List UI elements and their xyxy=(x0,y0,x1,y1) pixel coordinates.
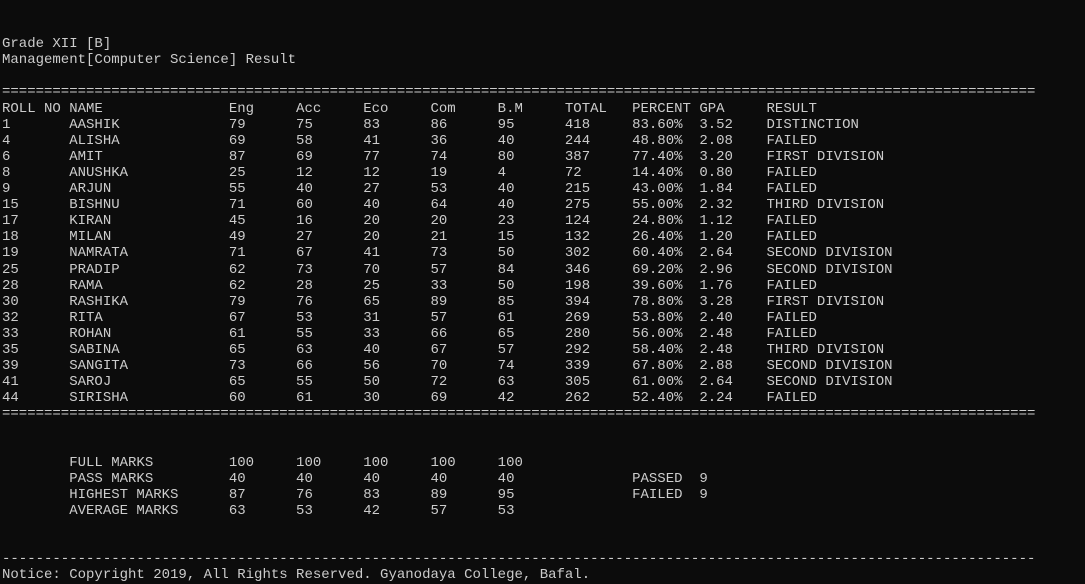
row-13: 32 RITA 67 53 31 57 61 269 53.80% 2.40 F… xyxy=(2,310,817,326)
row-3: 6 AMIT 87 69 77 74 80 387 77.40% 3.20 FI… xyxy=(2,149,884,165)
dash-divider-2: ----------------------------------------… xyxy=(2,583,1035,584)
full-marks-line: FULL MARKS 100 100 100 100 100 xyxy=(2,455,565,471)
row-16: 39 SANGITA 73 66 56 70 74 339 67.80% 2.8… xyxy=(2,358,893,374)
highest-marks-line: HIGHEST MARKS 87 76 83 89 95 FAILED 9 xyxy=(2,487,708,503)
row-7: 17 KIRAN 45 16 20 20 23 124 24.80% 1.12 … xyxy=(2,213,817,229)
row-2: 4 ALISHA 69 58 41 36 40 244 48.80% 2.08 … xyxy=(2,133,817,149)
notice-line: Notice: Copyright 2019, All Rights Reser… xyxy=(2,567,590,583)
divider-top: ========================================… xyxy=(2,84,1035,100)
row-10: 25 PRADIP 62 73 70 57 84 346 69.20% 2.96… xyxy=(2,262,893,278)
row-11: 28 RAMA 62 28 25 33 50 198 39.60% 1.76 F… xyxy=(2,278,817,294)
table-header: ROLL NO NAME Eng Acc Eco Com B.M TOTAL P… xyxy=(2,101,817,117)
row-1: 1 AASHIK 79 75 83 86 95 418 83.60% 3.52 … xyxy=(2,117,859,133)
row-17: 41 SAROJ 65 55 50 72 63 305 61.00% 2.64 … xyxy=(2,374,893,390)
dash-divider: ----------------------------------------… xyxy=(2,551,1035,567)
row-12: 30 RASHIKA 79 76 65 89 85 394 78.80% 3.2… xyxy=(2,294,884,310)
row-14: 33 ROHAN 61 55 33 66 65 280 56.00% 2.48 … xyxy=(2,326,817,342)
average-marks-line: AVERAGE MARKS 63 53 42 57 53 xyxy=(2,503,565,519)
pass-marks-line: PASS MARKS 40 40 40 40 40 PASSED 9 xyxy=(2,471,708,487)
row-8: 18 MILAN 49 27 20 21 15 132 26.40% 1.20 … xyxy=(2,229,817,245)
row-9: 19 NAMRATA 71 67 41 73 50 302 60.40% 2.6… xyxy=(2,245,893,261)
terminal-screen: Grade XII [B] Management[Computer Scienc… xyxy=(0,32,1085,584)
stream-line: Management[Computer Science] Result xyxy=(2,52,296,68)
row-5: 9 ARJUN 55 40 27 53 40 215 43.00% 1.84 F… xyxy=(2,181,817,197)
row-6: 15 BISHNU 71 60 40 64 40 275 55.00% 2.32… xyxy=(2,197,884,213)
grade-line: Grade XII [B] xyxy=(2,36,111,52)
row-15: 35 SABINA 65 63 40 67 57 292 58.40% 2.48… xyxy=(2,342,884,358)
row-18: 44 SIRISHA 60 61 30 69 42 262 52.40% 2.2… xyxy=(2,390,817,406)
divider-bottom: ========================================… xyxy=(2,406,1035,422)
row-4: 8 ANUSHKA 25 12 12 19 4 72 14.40% 0.80 F… xyxy=(2,165,817,181)
